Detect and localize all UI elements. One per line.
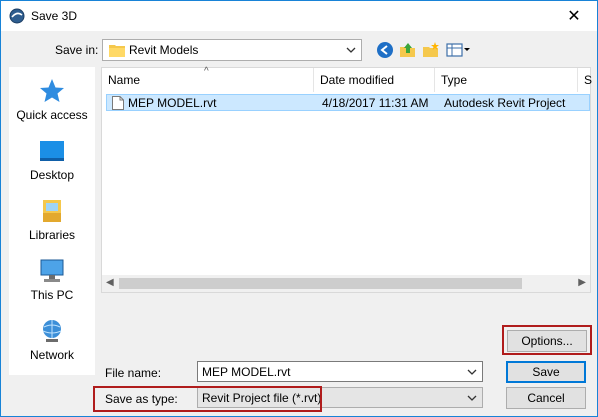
star-icon [40,79,64,102]
desktop-icon [40,141,64,161]
scroll-left-icon[interactable]: ◀ [106,277,114,288]
save-in-dropdown[interactable]: Revit Models [102,39,362,61]
file-list[interactable]: ^ Name Date modified Type S MEP MODEL.rv… [101,66,592,293]
place-desktop[interactable]: Desktop [9,137,95,182]
save-dialog: Save 3D ✕ Save in: Revit Models Quick ac… [0,0,598,417]
revit-app-icon [9,8,25,24]
file-icon [112,96,124,110]
file-name-label: File name: [105,366,162,380]
place-network[interactable]: Network [9,317,95,362]
column-header-size[interactable]: S [578,68,592,92]
column-header-type[interactable]: Type [435,68,578,92]
place-label: Desktop [29,168,75,182]
scroll-right-icon[interactable]: ▶ [578,277,586,288]
sort-ascending-icon: ^ [204,66,209,77]
network-icon [42,320,62,342]
save-button[interactable]: Save [506,361,586,383]
chevron-down-icon [346,47,356,53]
save-in-label: Save in: [55,43,99,57]
place-libraries[interactable]: Libraries [9,197,95,242]
place-label: Quick access [16,108,88,122]
place-quick-access[interactable]: Quick access [9,77,95,122]
place-label: Network [29,348,74,362]
column-header-name[interactable]: ^ Name [102,66,314,92]
file-type-cell: Autodesk Revit Project [444,96,566,110]
chevron-down-icon [467,395,477,401]
folder-icon [109,45,125,57]
save-type-highlight-box [93,386,322,412]
cancel-button[interactable]: Cancel [506,387,586,409]
computer-icon [40,259,64,282]
file-name-value: MEP MODEL.rvt [202,365,291,379]
libraries-icon [43,200,61,222]
column-header-date[interactable]: Date modified [314,68,435,92]
horizontal-scrollbar[interactable]: ◀ ▶ [102,275,590,292]
view-menu-icon[interactable] [446,41,472,59]
new-folder-icon[interactable] [422,41,440,59]
places-bar: Quick access Desktop Libraries This PC N… [9,67,95,375]
chevron-down-icon[interactable] [466,366,478,378]
file-name-input[interactable]: MEP MODEL.rvt [197,361,483,382]
back-icon[interactable] [376,41,394,59]
close-icon: ✕ [567,8,581,25]
title-bar[interactable]: Save 3D ✕ [1,1,597,31]
close-button[interactable]: ✕ [551,1,597,31]
scrollbar-thumb[interactable] [119,278,522,289]
save-in-value: Revit Models [129,43,199,57]
place-label: This PC [30,288,74,302]
options-highlight-box [502,325,592,355]
file-name-cell: MEP MODEL.rvt [128,96,217,110]
dialog-title: Save 3D [31,9,78,23]
up-folder-icon[interactable] [399,41,417,59]
place-this-pc[interactable]: This PC [9,257,95,302]
file-date-cell: 4/18/2017 11:31 AM [322,96,429,110]
place-label: Libraries [28,228,76,242]
file-row-selected[interactable]: MEP MODEL.rvt 4/18/2017 11:31 AM Autodes… [106,94,590,111]
